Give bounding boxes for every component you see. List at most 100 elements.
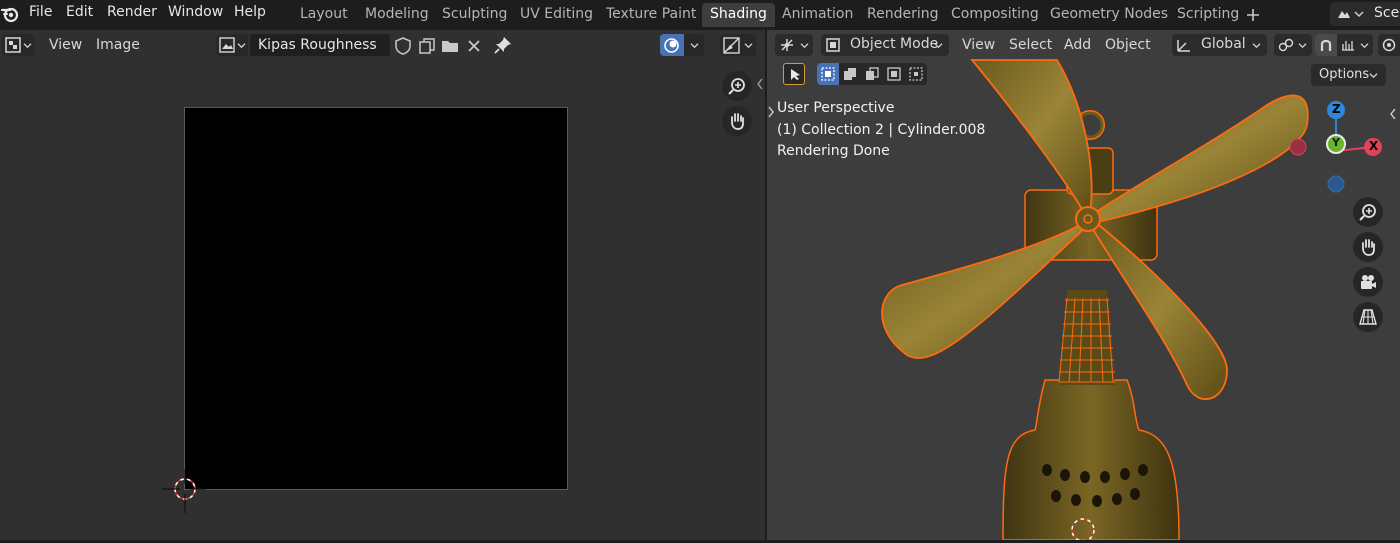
chevron-down-icon — [744, 43, 753, 49]
pivot-icon — [1278, 38, 1294, 52]
menu-file[interactable]: File — [29, 4, 52, 20]
menu-render[interactable]: Render — [107, 4, 157, 20]
mode-selector[interactable]: Object Mode — [821, 34, 949, 56]
chevron-down-icon — [237, 43, 246, 49]
view-menu[interactable]: View — [962, 37, 995, 53]
tab-animation[interactable]: Animation — [782, 6, 853, 22]
tab-texture-paint[interactable]: Texture Paint — [606, 6, 696, 22]
object-menu[interactable]: Object — [1105, 37, 1151, 53]
image-editor: View Image Kipas Roughness — [0, 30, 765, 540]
overlay-icon — [664, 38, 679, 53]
menu-window[interactable]: Window — [168, 4, 223, 20]
gizmo-y-axis[interactable]: Y — [1326, 134, 1346, 154]
zoom-icon — [728, 78, 745, 95]
tab-rendering[interactable]: Rendering — [867, 6, 939, 22]
image-name-field[interactable]: Kipas Roughness — [250, 34, 390, 56]
z-axis-label: Z — [1332, 102, 1341, 116]
gizmo-x-axis[interactable]: X — [1364, 138, 1382, 156]
editor-type-button[interactable] — [775, 34, 813, 56]
pan-button[interactable] — [722, 106, 752, 136]
chevron-down-icon — [934, 43, 943, 49]
hand-pan-icon — [1362, 239, 1375, 256]
proportional-edit-icon — [1382, 38, 1396, 52]
menu-edit[interactable]: Edit — [66, 4, 93, 20]
image-menu[interactable]: Image — [96, 37, 140, 53]
selection-mode-group — [817, 63, 927, 85]
overlay-toggle[interactable] — [660, 34, 704, 56]
chevron-down-icon — [1354, 11, 1364, 18]
image-browse-button[interactable] — [216, 34, 248, 56]
unlink-close-icon[interactable] — [464, 36, 484, 56]
camera-view-button[interactable] — [1353, 267, 1383, 297]
tab-modeling[interactable]: Modeling — [365, 6, 429, 22]
editor-type-icon — [5, 37, 21, 53]
select-new-icon — [821, 67, 835, 81]
scene-icon — [1338, 11, 1350, 18]
chevron-down-icon — [690, 43, 699, 49]
chevron-down-icon — [800, 43, 809, 49]
proportional-edit-toggle[interactable] — [1378, 34, 1400, 56]
image-editor-header: View Image Kipas Roughness — [0, 30, 765, 60]
snap-toggle[interactable] — [1315, 34, 1373, 56]
camera-icon — [1361, 275, 1376, 289]
image-canvas[interactable] — [184, 107, 568, 490]
sidebar-toggle-icon[interactable] — [1389, 108, 1397, 120]
tab-scripting[interactable]: Scripting — [1177, 6, 1239, 22]
active-tool-button[interactable] — [783, 63, 805, 85]
tab-geometry-nodes[interactable]: Geometry Nodes — [1050, 6, 1168, 22]
tab-shading[interactable]: Shading — [702, 3, 775, 27]
gizmo-z-axis[interactable]: Z — [1327, 101, 1345, 119]
render-status-label: Rendering Done — [777, 143, 890, 159]
scene-selector[interactable]: Scer — [1330, 2, 1400, 26]
chevron-down-icon — [1369, 73, 1378, 79]
zoom-button[interactable] — [1353, 197, 1383, 227]
zoom-button[interactable] — [722, 71, 752, 101]
toolbar-toggle-icon[interactable] — [767, 106, 775, 118]
view-menu[interactable]: View — [49, 37, 82, 53]
fake-user-shield-icon[interactable] — [393, 36, 413, 56]
chevron-down-icon — [1252, 43, 1261, 49]
tab-uv-editing[interactable]: UV Editing — [520, 6, 593, 22]
3d-viewport[interactable]: Object Mode View Select Add Object Globa… — [767, 30, 1400, 540]
hand-pan-icon — [731, 113, 744, 130]
menu-help[interactable]: Help — [234, 4, 266, 20]
view-perspective-label: User Perspective — [777, 100, 895, 116]
editor-type-button[interactable] — [2, 34, 34, 56]
sidebar-toggle-icon[interactable] — [756, 78, 764, 90]
pivot-selector[interactable] — [1274, 34, 1312, 56]
blender-logo-icon[interactable] — [0, 3, 22, 25]
tab-layout[interactable]: Layout — [300, 6, 348, 22]
select-subtract-icon[interactable] — [864, 66, 880, 82]
object-mode-icon — [826, 38, 840, 52]
grid-perspective-icon — [1359, 309, 1377, 325]
x-axis-label: X — [1369, 139, 1379, 153]
add-menu[interactable]: Add — [1064, 37, 1091, 53]
image-browse-icon — [219, 37, 235, 53]
select-invert-icon[interactable] — [886, 66, 902, 82]
mode-label: Object Mode — [850, 36, 939, 52]
select-intersect-icon[interactable] — [908, 66, 924, 82]
select-menu[interactable]: Select — [1009, 37, 1052, 53]
y-axis-label: Y — [1332, 136, 1340, 149]
select-new-button[interactable] — [817, 63, 839, 85]
cursor-crosshair-icon[interactable] — [160, 467, 210, 517]
display-channels-button[interactable] — [720, 34, 756, 56]
tab-compositing[interactable]: Compositing — [951, 6, 1039, 22]
image-name-text: Kipas Roughness — [258, 37, 377, 53]
display-channels-icon — [723, 37, 740, 54]
plus-icon[interactable] — [1246, 8, 1260, 22]
3d-viewport-icon — [781, 39, 793, 51]
select-extend-icon[interactable] — [842, 66, 858, 82]
duplicate-image-icon[interactable] — [417, 36, 437, 56]
select-cursor-icon — [791, 69, 800, 80]
tab-sculpting[interactable]: Sculpting — [442, 6, 507, 22]
ortho-toggle-button[interactable] — [1353, 302, 1383, 332]
active-object-label: (1) Collection 2 | Cylinder.008 — [777, 122, 986, 138]
pin-icon[interactable] — [493, 35, 513, 55]
transform-orientation-selector[interactable]: Global — [1172, 34, 1267, 56]
open-folder-icon[interactable] — [440, 36, 460, 56]
viewport-header: Object Mode View Select Add Object Globa… — [767, 30, 1400, 60]
chevron-down-icon — [23, 43, 32, 49]
pan-button[interactable] — [1353, 232, 1383, 262]
options-button[interactable]: Options — [1311, 64, 1386, 86]
